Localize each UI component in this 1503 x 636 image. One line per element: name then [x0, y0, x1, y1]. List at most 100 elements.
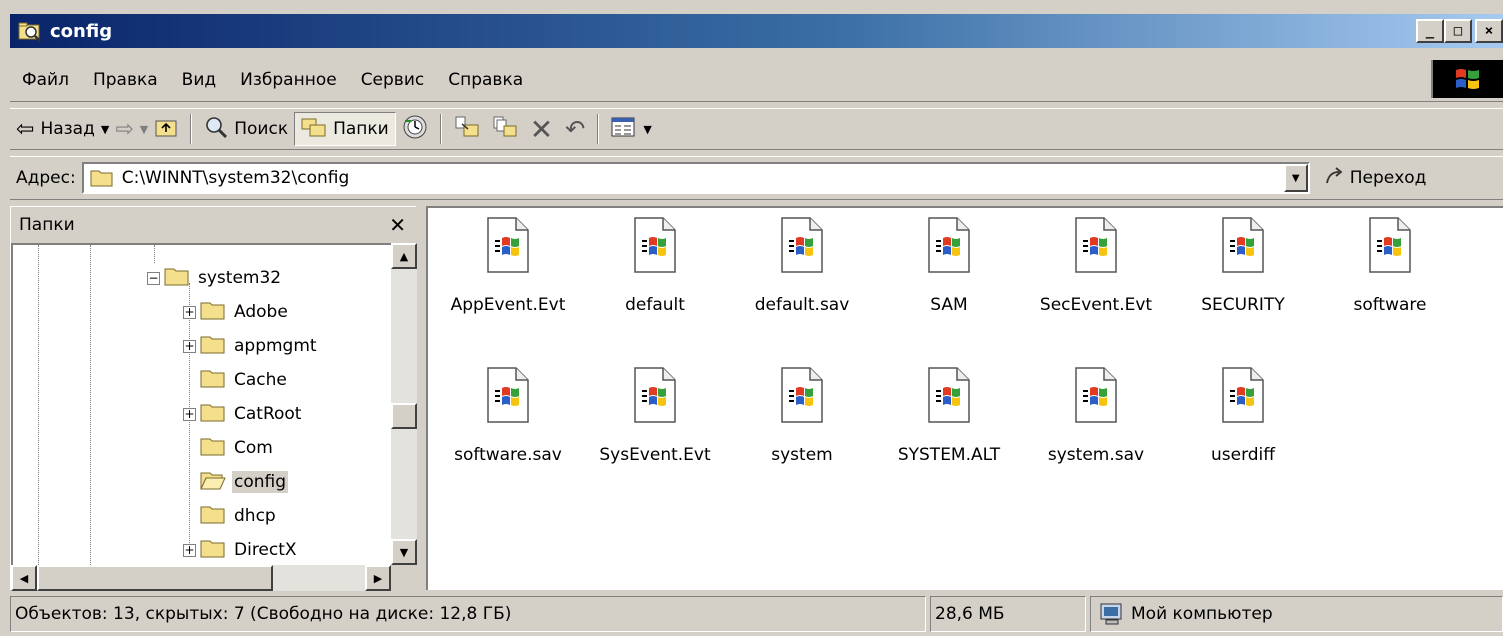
move-to-icon [454, 115, 480, 144]
status-size: 28,6 МБ [930, 596, 1086, 632]
file-item[interactable]: SECURITY [1168, 216, 1318, 315]
menu-help[interactable]: Справка [436, 70, 535, 90]
toolbar-separator [439, 114, 442, 144]
views-icon [611, 116, 637, 143]
views-dropdown[interactable]: ▼ [643, 123, 651, 136]
back-button[interactable]: ⇦ Назад [10, 112, 101, 146]
move-to-button[interactable] [448, 112, 486, 146]
folder-icon [200, 333, 226, 360]
folder-icon [200, 435, 226, 462]
folder-icon [164, 265, 190, 292]
go-button[interactable]: Переход [1324, 165, 1427, 192]
expand-toggle[interactable]: + [183, 407, 196, 421]
back-history-dropdown[interactable]: ▼ [101, 123, 109, 136]
standard-toolbar: ⇦ Назад ▼ ⇨ ▼ Поиск Папки ✕ ↶ ▼ [10, 108, 1503, 150]
file-item[interactable]: software [1315, 216, 1465, 315]
tree-item-system32[interactable]: − system32 [147, 261, 283, 295]
window-controls: _ □ × [1416, 19, 1503, 43]
go-arrow-icon [1324, 165, 1346, 192]
file-name: SYSTEM.ALT [897, 445, 1001, 465]
address-field[interactable]: C:\WINNT\system32\config ▼ [81, 162, 1310, 194]
folders-vertical-scrollbar[interactable]: ▲ ▼ [391, 243, 417, 565]
maximize-button[interactable]: □ [1444, 19, 1472, 43]
collapse-toggle[interactable]: − [147, 271, 160, 285]
menu-file[interactable]: Файл [10, 70, 81, 90]
undo-icon: ↶ [565, 115, 586, 143]
close-icon[interactable]: ✕ [389, 213, 406, 237]
forward-button[interactable]: ⇨ [109, 112, 139, 146]
file-item[interactable]: SecEvent.Evt [1021, 216, 1171, 315]
history-button[interactable] [396, 112, 434, 146]
file-name: default [625, 295, 685, 315]
my-computer-icon [1099, 602, 1125, 626]
folders-icon [301, 116, 327, 143]
file-item[interactable]: system [727, 366, 877, 465]
system-file-icon [927, 366, 971, 429]
menu-edit[interactable]: Правка [81, 70, 170, 90]
file-item[interactable]: default [580, 216, 730, 315]
folders-label: Папки [333, 119, 389, 139]
file-name: userdiff [1210, 445, 1275, 465]
search-button[interactable]: Поиск [198, 112, 294, 146]
menu-view[interactable]: Вид [170, 70, 228, 90]
expand-toggle[interactable]: + [183, 543, 196, 557]
folders-horizontal-scrollbar[interactable]: ◀ ▶ [11, 565, 391, 591]
scroll-down-button[interactable]: ▼ [391, 539, 417, 565]
tree-item-directx[interactable]: + DirectX [183, 533, 299, 565]
scroll-up-button[interactable]: ▲ [391, 243, 417, 269]
file-name: default.sav [754, 295, 850, 315]
address-label: Адрес: [16, 168, 76, 188]
tree-item-appmgmt[interactable]: + appmgmt [183, 329, 319, 363]
system-file-icon [633, 216, 677, 279]
copy-to-icon [492, 115, 518, 144]
file-item[interactable]: default.sav [727, 216, 877, 315]
tree-item-com[interactable]: Com [183, 431, 275, 465]
file-name: software.sav [454, 445, 562, 465]
tree-guide-line [90, 245, 91, 565]
views-button[interactable]: ▼ [605, 112, 657, 146]
up-folder-icon [154, 116, 178, 143]
tree-item-label: Com [234, 438, 273, 458]
tree-item-label: Cache [234, 370, 287, 390]
scroll-right-button[interactable]: ▶ [365, 565, 391, 591]
close-button[interactable]: × [1475, 19, 1503, 43]
folder-icon [200, 299, 226, 326]
file-item[interactable]: software.sav [433, 366, 583, 465]
scroll-left-button[interactable]: ◀ [11, 565, 37, 591]
menu-favorites[interactable]: Избранное [228, 70, 349, 90]
tree-item-dhcp[interactable]: dhcp [183, 499, 278, 533]
folders-pane-title: Папки [19, 215, 75, 235]
address-dropdown-button[interactable]: ▼ [1283, 164, 1308, 192]
file-name: SysEvent.Evt [599, 445, 711, 465]
go-label: Переход [1349, 168, 1427, 188]
file-item[interactable]: SysEvent.Evt [580, 366, 730, 465]
up-folder-button[interactable] [148, 112, 184, 146]
system-file-icon [780, 366, 824, 429]
copy-to-button[interactable] [486, 112, 524, 146]
file-item[interactable]: SAM [874, 216, 1024, 315]
forward-history-dropdown[interactable]: ▼ [140, 123, 148, 136]
undo-button[interactable]: ↶ [559, 112, 591, 146]
scroll-thumb[interactable] [37, 565, 273, 591]
file-item[interactable]: SYSTEM.ALT [874, 366, 1024, 465]
title-bar[interactable]: config _ □ × [10, 14, 1503, 48]
folder-icon [90, 168, 114, 188]
folders-button[interactable]: Папки [294, 112, 396, 146]
delete-button[interactable]: ✕ [524, 112, 559, 146]
status-bar: Объектов: 13, скрытых: 7 (Свободно на ди… [10, 596, 1503, 632]
system-file-icon [633, 366, 677, 429]
file-item[interactable]: AppEvent.Evt [433, 216, 583, 315]
expand-toggle[interactable]: + [183, 339, 196, 353]
tree-item-cache[interactable]: Cache [183, 363, 289, 397]
file-item[interactable]: userdiff [1168, 366, 1318, 465]
file-name: system [771, 445, 833, 465]
tree-item-adobe[interactable]: + Adobe [183, 295, 290, 329]
scroll-thumb[interactable] [391, 403, 417, 429]
tree-item-config[interactable]: config [183, 465, 289, 499]
tree-item-catroot[interactable]: + CatRoot [183, 397, 303, 431]
file-list-pane: AppEvent.Evt default default.sav SAM SecEven… [426, 206, 1503, 590]
menu-tools[interactable]: Сервис [349, 70, 437, 90]
minimize-button[interactable]: _ [1416, 19, 1444, 43]
expand-toggle[interactable]: + [183, 305, 196, 319]
file-item[interactable]: system.sav [1021, 366, 1171, 465]
